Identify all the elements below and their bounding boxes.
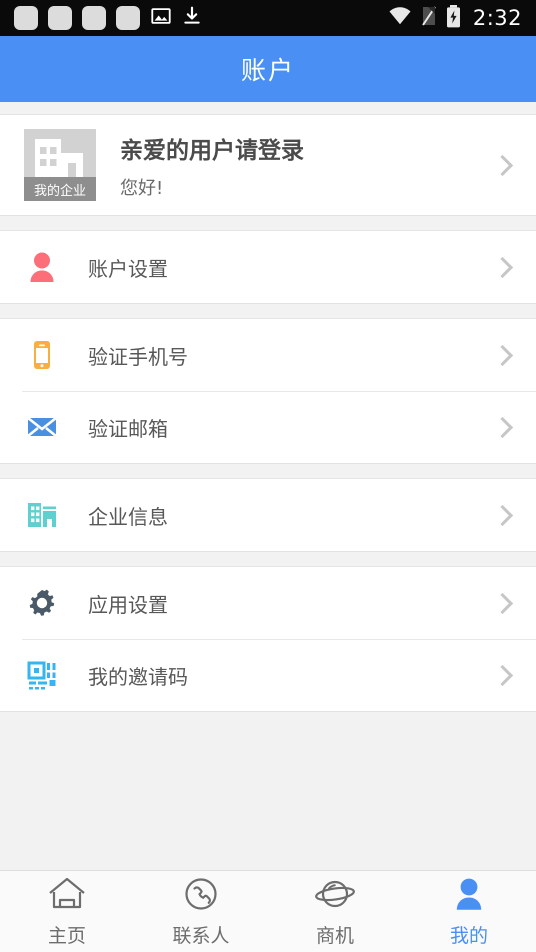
wifi-icon xyxy=(388,6,412,30)
chevron-right-icon xyxy=(491,504,514,526)
list-item-label: 我的邀请码 xyxy=(88,664,188,689)
section-spacer xyxy=(0,216,536,230)
tab-home[interactable]: 主页 xyxy=(0,871,134,952)
status-bar-system-icons: 2:32 xyxy=(388,4,522,32)
tab-mine[interactable]: 我的 xyxy=(402,871,536,952)
list-item-verify-phone[interactable]: 验证手机号 xyxy=(0,319,536,391)
section-company: 企业信息 xyxy=(0,478,536,552)
battery-charging-icon xyxy=(446,4,461,32)
list-item-label: 企业信息 xyxy=(88,504,168,529)
sim-off-icon xyxy=(421,5,437,31)
tab-label: 主页 xyxy=(47,924,86,947)
chevron-right-icon xyxy=(491,256,514,278)
section-account: 账户设置 xyxy=(0,230,536,304)
building-icon xyxy=(22,498,62,532)
page-title: 账户 xyxy=(240,56,295,85)
list-item-label: 应用设置 xyxy=(88,592,168,617)
image-icon xyxy=(150,5,172,31)
avatar-tag: 我的企业 xyxy=(24,177,96,201)
section-verification: 验证手机号 验证邮箱 xyxy=(0,318,536,464)
contacts-phone-icon xyxy=(180,876,222,916)
tab-label: 商机 xyxy=(315,924,354,947)
section-spacer xyxy=(0,552,536,566)
planet-icon xyxy=(314,876,356,916)
status-bar-clock: 2:32 xyxy=(472,6,522,30)
settings-list: 我的企业 亲爱的用户请登录 您好! 账户设置 验证手机号 验证邮箱 企业信息 应… xyxy=(0,102,536,870)
qrcode-icon xyxy=(22,658,62,692)
download-icon xyxy=(182,5,202,31)
app-header: 账户 xyxy=(0,36,536,102)
section-app: 应用设置 我的邀请码 xyxy=(0,566,536,712)
gear-icon xyxy=(22,586,62,620)
home-icon xyxy=(46,876,88,916)
tab-label: 联系人 xyxy=(172,924,230,947)
profile-row[interactable]: 我的企业 亲爱的用户请登录 您好! xyxy=(0,115,536,215)
user-icon xyxy=(448,876,490,916)
profile-subtitle: 您好! xyxy=(120,177,164,199)
list-item-invite-code[interactable]: 我的邀请码 xyxy=(0,639,536,711)
tab-label: 我的 xyxy=(449,924,488,947)
list-item-app-settings[interactable]: 应用设置 xyxy=(0,567,536,639)
list-item-verify-email[interactable]: 验证邮箱 xyxy=(0,391,536,463)
section-spacer xyxy=(0,712,536,772)
person-icon xyxy=(22,250,62,284)
list-item-label: 验证手机号 xyxy=(88,344,188,369)
list-item-company-info[interactable]: 企业信息 xyxy=(0,479,536,551)
notification-placeholder-icon xyxy=(48,6,72,30)
notification-placeholder-icon xyxy=(116,6,140,30)
list-item-label: 验证邮箱 xyxy=(88,416,168,441)
tab-contacts[interactable]: 联系人 xyxy=(134,871,268,952)
bottom-navigation: 主页 联系人 商机 我的 xyxy=(0,870,536,952)
profile-text: 亲爱的用户请登录 您好! xyxy=(120,131,304,200)
chevron-right-icon xyxy=(491,344,514,366)
profile-title: 亲爱的用户请登录 xyxy=(120,137,304,164)
chevron-right-icon xyxy=(491,592,514,614)
status-bar: 2:32 xyxy=(0,0,536,36)
app-screen: 2:32 账户 我的企业 亲爱的用户请登录 您好! 账户设置 验证手机号 验证邮… xyxy=(0,0,536,952)
list-item-label: 账户设置 xyxy=(88,256,168,281)
notification-placeholder-icon xyxy=(14,6,38,30)
chevron-right-icon xyxy=(491,416,514,438)
section-spacer xyxy=(0,102,536,114)
avatar: 我的企业 xyxy=(24,129,96,201)
chevron-right-icon xyxy=(491,664,514,686)
envelope-icon xyxy=(22,410,62,444)
list-item-account-settings[interactable]: 账户设置 xyxy=(0,231,536,303)
phone-icon xyxy=(22,338,62,372)
profile-card: 我的企业 亲爱的用户请登录 您好! xyxy=(0,114,536,216)
chevron-right-icon xyxy=(491,154,514,176)
section-spacer xyxy=(0,464,536,478)
notification-placeholder-icon xyxy=(82,6,106,30)
tab-business[interactable]: 商机 xyxy=(268,871,402,952)
status-bar-notifications xyxy=(14,5,202,31)
section-spacer xyxy=(0,304,536,318)
